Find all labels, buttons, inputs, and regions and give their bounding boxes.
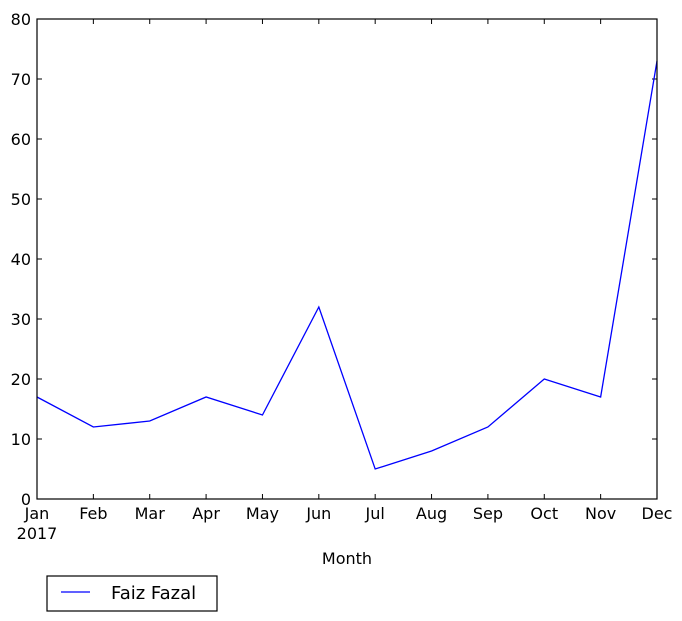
y-tick-label: 50 — [11, 190, 31, 209]
series-line-faiz-fazal — [36, 60, 658, 470]
plot-frame — [36, 18, 658, 500]
y-tick-label: 80 — [11, 10, 31, 29]
series-layer — [36, 60, 658, 470]
x-tick-label: Nov — [585, 504, 616, 523]
legend-entry-label: Faiz Fazal — [111, 583, 196, 604]
x-tick-label: Dec — [642, 504, 673, 523]
ticks-layer — [36, 18, 658, 500]
x-tick-label: Jul — [365, 504, 385, 523]
x-tick-label: Mar — [135, 504, 166, 523]
x-tick-label: Apr — [192, 504, 220, 523]
y-tick-label: 40 — [11, 250, 31, 269]
legend: Faiz Fazal — [46, 575, 218, 612]
y-tick-label: 70 — [11, 70, 31, 89]
x-tick-label: Aug — [416, 504, 447, 523]
x-tick-label: Jan — [24, 504, 50, 523]
x-tick-label: May — [246, 504, 279, 523]
y-tick-label: 60 — [11, 130, 31, 149]
x-axis-label: Month — [322, 549, 372, 568]
y-tick-label: 10 — [11, 430, 31, 449]
y-tick-label: 20 — [11, 370, 31, 389]
labels-layer: 01020304050607080Jan Feb Mar Apr May Jun Jul Au… — [11, 10, 673, 523]
x-tick-label: Sep — [473, 504, 503, 523]
y-tick-label: 30 — [11, 310, 31, 329]
x-tick-label: Jun — [305, 504, 331, 523]
x-tick-label: Oct — [530, 504, 558, 523]
line-chart: 01020304050607080Jan Feb Mar Apr May Jun Jul Au… — [11, 10, 673, 612]
x-axis-year-label: 2017 — [17, 524, 58, 543]
x-tick-label: Feb — [79, 504, 107, 523]
